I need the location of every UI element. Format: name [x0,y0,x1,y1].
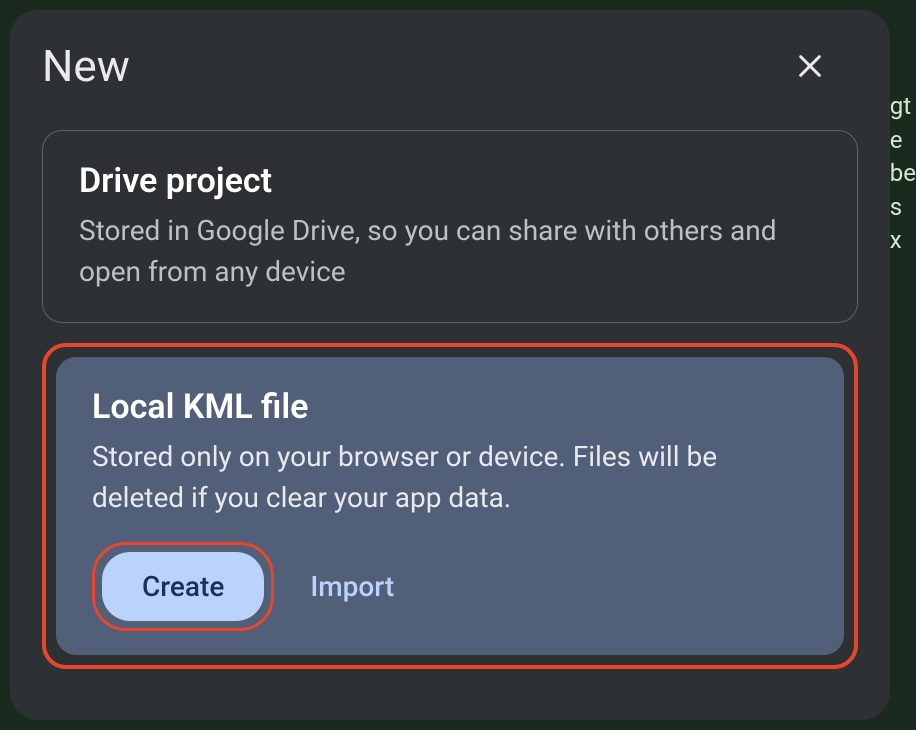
drive-project-description: Stored in Google Drive, so you can share… [79,211,821,292]
drive-project-title: Drive project [79,161,821,201]
drive-project-option[interactable]: Drive project Stored in Google Drive, so… [42,130,858,323]
close-icon [794,50,826,82]
local-kml-title: Local KML file [92,387,808,427]
import-button[interactable]: Import [302,552,402,621]
close-button[interactable] [786,42,834,90]
local-kml-highlight: Local KML file Stored only on your brows… [42,343,858,669]
dialog-title: New [42,44,130,88]
create-button[interactable]: Create [102,552,264,621]
dialog-header: New [42,42,858,90]
local-kml-buttons: Create Import [92,542,808,631]
local-kml-description: Stored only on your browser or device. F… [92,437,808,518]
background-obscured-text: gt e be s x [890,90,916,258]
local-kml-option[interactable]: Local KML file Stored only on your brows… [56,357,844,655]
new-project-dialog: New Drive project Stored in Google Drive… [10,10,890,720]
create-button-highlight: Create [92,542,274,631]
